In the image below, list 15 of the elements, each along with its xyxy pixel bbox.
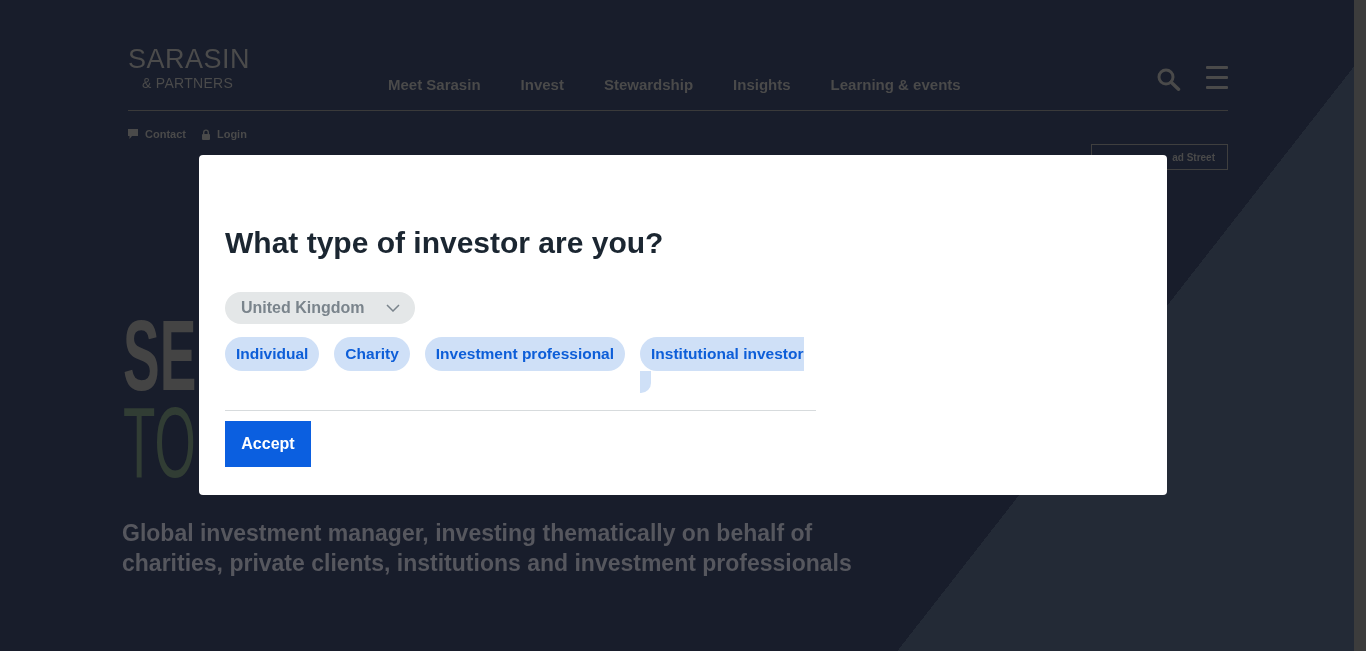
investor-type-chip[interactable]: Charity: [334, 337, 410, 371]
speech-bubble-icon: [128, 129, 138, 139]
investor-type-chip[interactable]: Investment professional: [424, 337, 626, 371]
investor-type-chip[interactable]: Institutional investor: [640, 337, 805, 371]
lock-icon: [201, 128, 210, 140]
country-select[interactable]: United Kingdom: [225, 292, 415, 324]
chevron-down-icon: [386, 304, 400, 312]
chip-tail: [640, 371, 652, 393]
search-icon[interactable]: [1157, 68, 1181, 91]
scrollbar[interactable]: [1354, 0, 1366, 651]
menu-icon[interactable]: [1206, 66, 1228, 89]
hero-subtitle: Global investment manager, investing thematically on behalf of charities, private clients, institutions and investment professionals: [122, 519, 853, 578]
accept-button[interactable]: Accept: [225, 421, 311, 467]
modal-title: What type of investor are you?: [225, 225, 665, 261]
investor-type-chip[interactable]: Individual: [225, 337, 320, 371]
